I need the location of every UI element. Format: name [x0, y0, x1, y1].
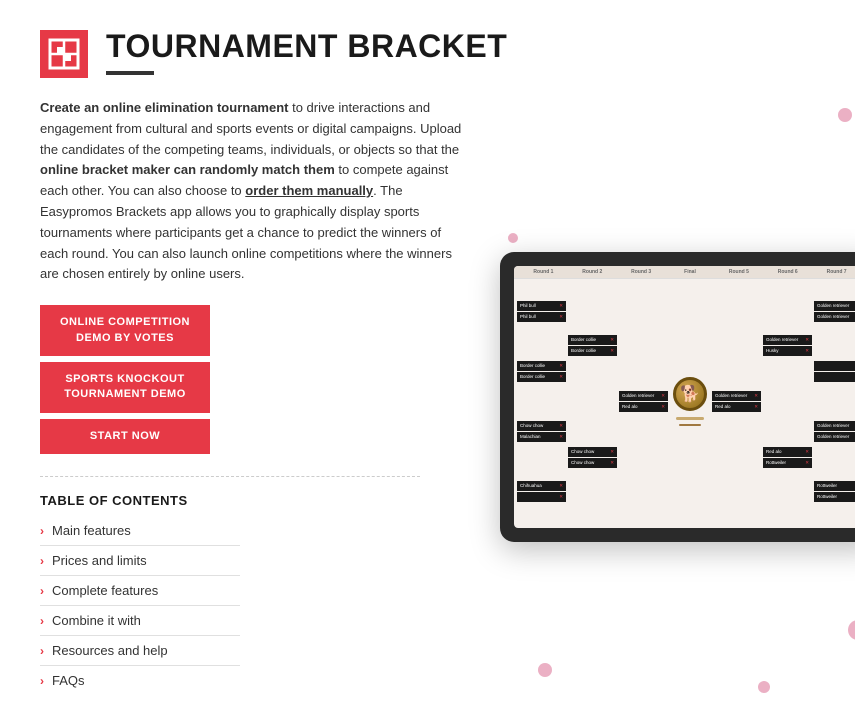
- toc-label: Combine it with: [52, 613, 141, 628]
- team-r3-1a: Golden retriever✕: [619, 391, 668, 401]
- toc-item-prices[interactable]: › Prices and limits: [40, 546, 240, 576]
- team-r1-2a: Border collie✕: [517, 361, 566, 371]
- toc-item-faqs[interactable]: › FAQs: [40, 666, 240, 695]
- chevron-icon: ›: [40, 554, 44, 568]
- decorative-circle-6: [758, 681, 770, 693]
- team-r1-4b: ✕: [517, 492, 566, 502]
- divider: [40, 476, 420, 477]
- team-r7-1a: Golden retriever✕: [814, 301, 855, 311]
- chevron-icon: ›: [40, 584, 44, 598]
- toc-list: › Main features › Prices and limits › Co…: [40, 516, 470, 695]
- team-r2-1b: Border collie✕: [568, 346, 617, 356]
- toc-label: Complete features: [52, 583, 158, 598]
- bracket-header: Round 1 Round 2 Round 3 Final Round 5 Ro…: [514, 266, 855, 279]
- team-r2-2a: Chow chow✕: [568, 447, 617, 457]
- description-text: Create an online elimination tournament …: [40, 98, 470, 285]
- decorative-circle-4: [538, 663, 552, 677]
- chevron-icon: ›: [40, 674, 44, 688]
- team-r6-1b: Husky✕: [763, 346, 812, 356]
- team-r3-1b: Red alo✕: [619, 402, 668, 412]
- team-r7-2b: ✕: [814, 372, 855, 382]
- toc-item-main-features[interactable]: › Main features: [40, 516, 240, 546]
- decorative-circle-3: [848, 620, 855, 640]
- title-underline: [106, 71, 154, 75]
- team-r7-2a: ✕: [814, 361, 855, 371]
- page-header: TOURNAMENT BRACKET: [0, 0, 855, 78]
- toc-label: FAQs: [52, 673, 85, 688]
- team-r7-4a: Rottweiler✕: [814, 481, 855, 491]
- demo-knockout-button[interactable]: SPORTS KNOCKOUTTOURNAMENT DEMO: [40, 362, 210, 413]
- left-column: Create an online elimination tournament …: [40, 98, 470, 695]
- page-title: TOURNAMENT BRACKET: [106, 28, 507, 65]
- chevron-icon: ›: [40, 644, 44, 658]
- trophy-icon: 🐕: [673, 377, 707, 411]
- team-r6-2a: Red alo✕: [763, 447, 812, 457]
- decorative-circle-1: [838, 108, 852, 122]
- team-r5-1a: Golden retriever✕: [712, 391, 761, 401]
- toc-item-complete-features[interactable]: › Complete features: [40, 576, 240, 606]
- decorative-circle-5: [508, 233, 518, 243]
- round-label-2: Round 2: [569, 269, 616, 275]
- team-r6-1a: Golden retriever✕: [763, 335, 812, 345]
- toc-label: Resources and help: [52, 643, 168, 658]
- team-r1-4a: Chihuahua✕: [517, 481, 566, 491]
- round-label-1: Round 1: [520, 269, 567, 275]
- main-content: Create an online elimination tournament …: [0, 78, 855, 715]
- team-r7-4b: Rottweiler✕: [814, 492, 855, 502]
- team-r5-1b: Red alo✕: [712, 402, 761, 412]
- chevron-icon: ›: [40, 524, 44, 538]
- team-r1-1b: Phil bull✕: [517, 312, 566, 322]
- round-label-final: Final: [667, 269, 714, 275]
- team-r2-1a: Border collie✕: [568, 335, 617, 345]
- team-r1-1a: Phil bull✕: [517, 301, 566, 311]
- team-r7-3a: Golden retriever✕: [814, 421, 855, 431]
- toc-label: Prices and limits: [52, 553, 147, 568]
- app-logo: [40, 30, 88, 78]
- demo-votes-button[interactable]: ONLINE COMPETITIONDEMO BY VOTES: [40, 305, 210, 356]
- button-group: ONLINE COMPETITIONDEMO BY VOTES SPORTS K…: [40, 305, 470, 454]
- team-r1-3a: Chow chow✕: [517, 421, 566, 431]
- team-r7-1b: Golden retriever✕: [814, 312, 855, 322]
- team-r1-2b: Border collie✕: [517, 372, 566, 382]
- right-column: Round 1 Round 2 Round 3 Final Round 5 Ro…: [500, 98, 855, 695]
- tablet-mockup: Round 1 Round 2 Round 3 Final Round 5 Ro…: [500, 252, 855, 542]
- tablet-screen: Round 1 Round 2 Round 3 Final Round 5 Ro…: [514, 266, 855, 528]
- toc-item-combine[interactable]: › Combine it with: [40, 606, 240, 636]
- toc-label: Main features: [52, 523, 131, 538]
- team-r2-2b: Chow chow✕: [568, 458, 617, 468]
- round-label-3: Round 3: [618, 269, 665, 275]
- round-label-7: Round 7: [813, 269, 855, 275]
- trophy-pedestal: [679, 424, 701, 426]
- title-block: TOURNAMENT BRACKET: [106, 28, 507, 75]
- team-r6-2b: Rottweiler✕: [763, 458, 812, 468]
- team-r7-3b: Golden retriever✕: [814, 432, 855, 442]
- chevron-icon: ›: [40, 614, 44, 628]
- toc-item-resources[interactable]: › Resources and help: [40, 636, 240, 666]
- round-label-6: Round 6: [764, 269, 811, 275]
- start-now-button[interactable]: START NOW: [40, 419, 210, 454]
- team-r1-3b: Malachian✕: [517, 432, 566, 442]
- round-label-5: Round 5: [715, 269, 762, 275]
- toc-title: TABLE OF CONTENTS: [40, 493, 470, 508]
- trophy-base: [676, 417, 704, 420]
